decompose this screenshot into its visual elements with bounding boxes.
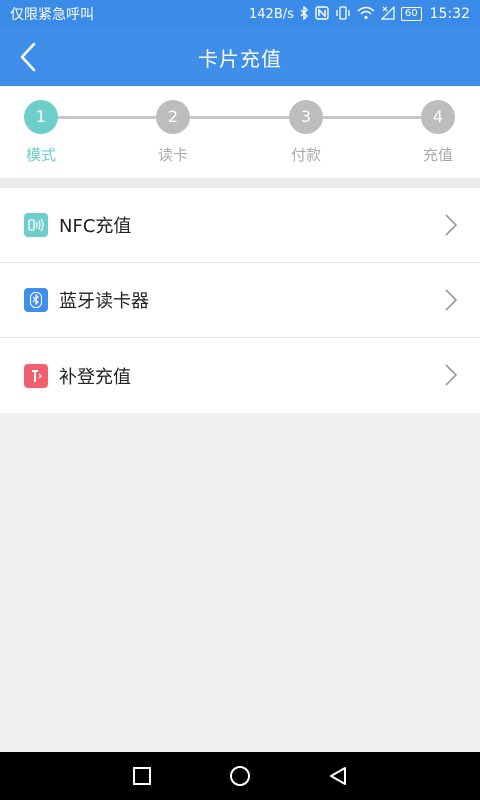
bluetooth-icon [300,4,309,23]
step-connector-line [58,116,422,119]
chevron-right-icon [445,214,457,236]
net-speed: 142B/s [249,6,294,22]
nfc-icon [315,5,329,23]
menu-item-label: NFC充值 [59,216,132,237]
menu-item-label: 补登充值 [59,366,131,388]
menu-item-supplement-recharge[interactable]: 补登充值 [0,338,480,413]
step-label: 充值 [422,146,453,164]
status-carrier-text: 仅限紧急呼叫 [10,7,94,23]
vibrate-icon [335,5,351,23]
step-number: 3 [289,100,323,134]
wifi-icon [357,6,375,23]
recents-square-icon [133,767,151,785]
step-number: 1 [24,100,58,134]
page-title: 卡片充值 [198,46,282,71]
chevron-right-icon [445,364,457,386]
app-bar: 卡片充值 [0,28,480,86]
chevron-left-icon [20,42,36,72]
system-nav-bar [0,752,480,800]
step-number: 4 [421,100,455,134]
status-icons: 142B/s 60 15:32 [249,4,470,23]
step-2: 2 读卡 [143,100,203,165]
home-button[interactable] [191,752,289,800]
nfc-icon [24,213,48,237]
status-time: 15:32 [429,6,470,22]
status-bar: 仅限紧急呼叫 142B/s 60 15:32 [0,0,480,28]
menu-item-label: 蓝牙读卡器 [59,291,149,312]
menu-item-nfc-recharge[interactable]: NFC充值 [0,188,480,263]
back-triangle-icon [330,767,346,785]
bluetooth-icon [24,288,48,312]
signal-off-icon [380,5,395,23]
step-label: 读卡 [157,146,188,164]
nav-back-button[interactable] [289,752,387,800]
card-icon [24,363,48,388]
recharge-mode-list: NFC充值 蓝牙读卡器 补登充值 [0,188,480,413]
chevron-right-icon [445,289,457,311]
step-label: 付款 [290,146,321,164]
step-progress: 1 模式 2 读卡 3 付款 4 充值 [0,86,480,178]
menu-item-bluetooth-reader[interactable]: 蓝牙读卡器 [0,263,480,338]
battery-icon: 60 [400,7,422,21]
step-number: 2 [156,100,190,134]
recents-button[interactable] [93,752,191,800]
section-divider [0,178,480,188]
step-1: 1 模式 [11,100,71,165]
back-button[interactable] [8,37,48,77]
step-3: 3 付款 [276,100,336,165]
step-4: 4 充值 [408,100,468,165]
step-label: 模式 [25,146,56,164]
home-circle-icon [230,766,250,786]
